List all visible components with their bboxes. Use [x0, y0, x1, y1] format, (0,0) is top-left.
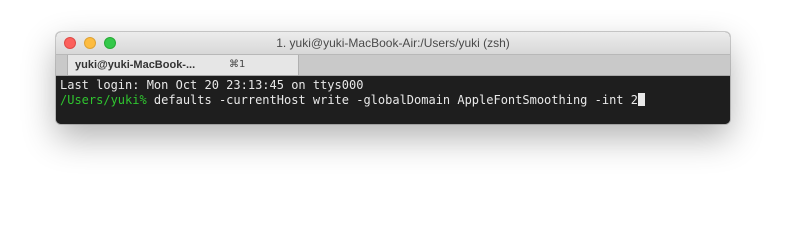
text-cursor — [637, 93, 645, 106]
tab-label: yuki@yuki-MacBook-... — [75, 59, 196, 71]
prompt: /Users/yuki% — [60, 93, 147, 107]
window-title: 1. yuki@yuki-MacBook-Air:/Users/yuki (zs… — [276, 36, 510, 50]
tab-1[interactable]: yuki@yuki-MacBook-... ⌘1 — [67, 55, 299, 75]
command-line[interactable]: /Users/yuki% defaults -currentHost write… — [60, 93, 730, 108]
title-bar[interactable]: 1. yuki@yuki-MacBook-Air:/Users/yuki (zs… — [56, 32, 730, 55]
last-login-line: Last login: Mon Oct 20 23:13:45 on ttys0… — [60, 78, 364, 92]
terminal-output[interactable]: Last login: Mon Oct 20 23:13:45 on ttys0… — [56, 76, 730, 124]
tab-shortcut: ⌘1 — [229, 59, 246, 70]
tab-bar: yuki@yuki-MacBook-... ⌘1 — [56, 55, 730, 76]
command-text: defaults -currentHost write -globalDomai… — [146, 93, 638, 107]
terminal-window: 1. yuki@yuki-MacBook-Air:/Users/yuki (zs… — [56, 32, 730, 124]
